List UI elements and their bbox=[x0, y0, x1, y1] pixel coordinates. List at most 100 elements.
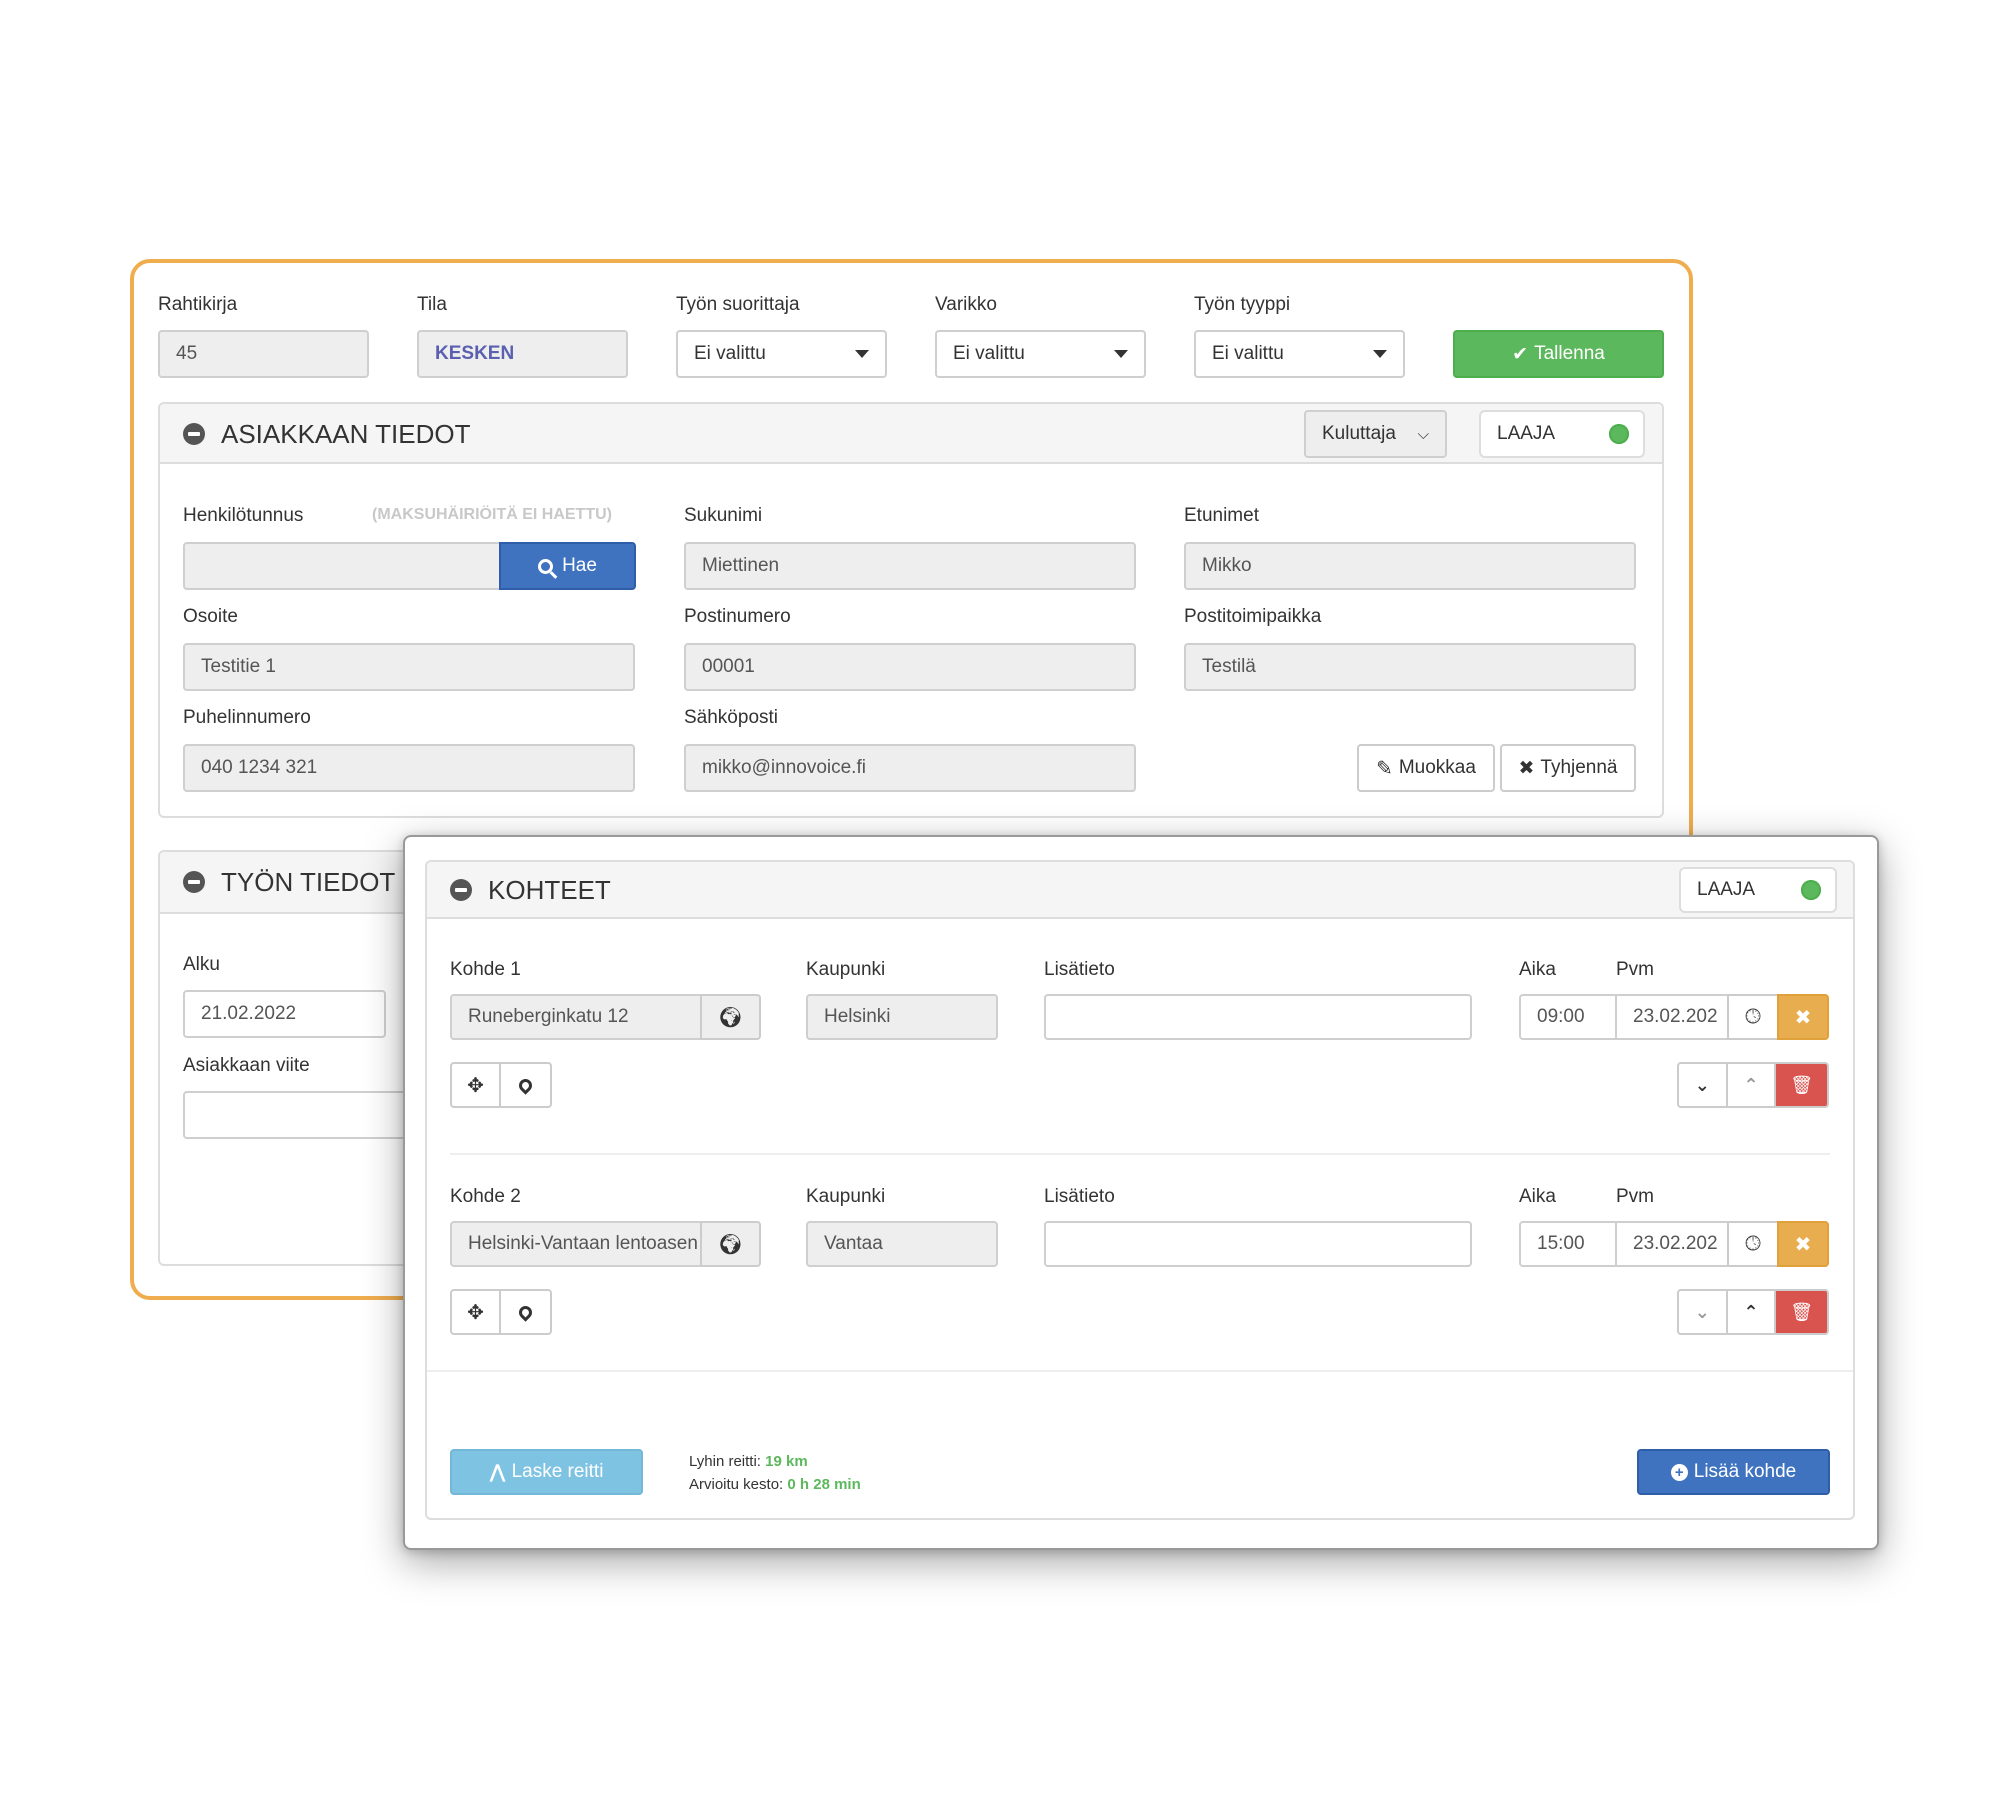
sahkoposti-field[interactable]: mikko@innovoice.fi bbox=[684, 744, 1136, 792]
save-button[interactable]: ✔ Tallenna bbox=[1453, 330, 1664, 378]
target-2-label: Kohde 2 bbox=[450, 1186, 521, 1207]
alku-field[interactable]: 21.02.2022 bbox=[183, 990, 386, 1038]
save-label: Tallenna bbox=[1534, 343, 1605, 364]
tyon-tyyppi-label: Työn tyyppi bbox=[1194, 294, 1291, 315]
move-up-button[interactable]: ⌃ bbox=[1728, 1291, 1777, 1333]
target-2-city-field[interactable]: Vantaa bbox=[806, 1221, 998, 1267]
delete-button[interactable]: 🗑︎ bbox=[1776, 1064, 1827, 1106]
toggle-on-indicator bbox=[1609, 424, 1629, 444]
globe-icon: 🌍︎ bbox=[717, 1233, 744, 1256]
osoite-label: Osoite bbox=[183, 606, 238, 627]
target-2-info-field[interactable] bbox=[1044, 1221, 1472, 1267]
plus-circle-icon: + bbox=[1670, 1463, 1688, 1481]
target-1-globe-button[interactable]: 🌍︎ bbox=[700, 994, 761, 1040]
target-2-clock-button[interactable]: 🕓︎ bbox=[1727, 1221, 1779, 1267]
target-2-map-tools: ✥ bbox=[450, 1289, 552, 1335]
targets-laaja-toggle[interactable]: LAAJA bbox=[1679, 867, 1837, 913]
road-icon: ⋀ bbox=[489, 1461, 506, 1483]
etunimet-field[interactable]: Mikko bbox=[1184, 542, 1636, 590]
clear-label: Tyhjennä bbox=[1540, 757, 1618, 778]
calculate-route-button[interactable]: ⋀ Laske reitti bbox=[450, 1449, 643, 1495]
search-icon bbox=[538, 558, 558, 579]
postitoimipaikka-label: Postitoimipaikka bbox=[1184, 606, 1322, 627]
tyon-tyyppi-value: Ei valittu bbox=[1212, 343, 1284, 364]
sukunimi-label: Sukunimi bbox=[684, 505, 763, 526]
target-2-time-label: Aika bbox=[1519, 1186, 1556, 1207]
target-2-address-value: Helsinki-Vantaan lentoasen bbox=[468, 1233, 698, 1254]
target-2-date-field[interactable]: 23.02.202 bbox=[1615, 1221, 1729, 1267]
sukunimi-field[interactable]: Miettinen bbox=[684, 542, 1136, 590]
rahtikirja-field[interactable]: 45 bbox=[158, 330, 369, 378]
clock-icon: 🕓︎ bbox=[1745, 1232, 1761, 1255]
customer-type-select[interactable]: Kuluttaja ⌵ bbox=[1304, 410, 1447, 458]
target-1-city-value: Helsinki bbox=[824, 1006, 891, 1027]
customer-laaja-toggle[interactable]: LAAJA bbox=[1479, 410, 1645, 458]
target-2-time-value: 15:00 bbox=[1537, 1233, 1585, 1254]
rahtikirja-label: Rahtikirja bbox=[158, 294, 238, 315]
move-up-button[interactable]: ⌃ bbox=[1728, 1064, 1777, 1106]
target-2-clear-button[interactable]: ✖ bbox=[1777, 1221, 1829, 1267]
targets-panel-header bbox=[427, 862, 1853, 919]
postinumero-label: Postinumero bbox=[684, 606, 791, 627]
route-label: Lyhin reitti: bbox=[689, 1453, 761, 1470]
caret-down-icon bbox=[1373, 350, 1387, 358]
rahtikirja-value: 45 bbox=[176, 343, 198, 364]
edit-button[interactable]: ✎ Muokkaa bbox=[1357, 744, 1495, 792]
puhelinnumero-field[interactable]: 040 1234 321 bbox=[183, 744, 635, 792]
collapse-icon[interactable] bbox=[183, 423, 205, 445]
clear-button[interactable]: ✖ Tyhjennä bbox=[1500, 744, 1636, 792]
caret-down-icon bbox=[855, 350, 869, 358]
customer-type-value: Kuluttaja bbox=[1322, 423, 1396, 444]
tyon-suorittaja-label: Työn suorittaja bbox=[676, 294, 800, 315]
tila-field[interactable]: KESKEN bbox=[417, 330, 628, 378]
target-1-clear-button[interactable]: ✖ bbox=[1777, 994, 1829, 1040]
etunimet-label: Etunimet bbox=[1184, 505, 1259, 526]
tyon-suorittaja-select[interactable]: Ei valittu bbox=[676, 330, 887, 378]
target-1-date-value: 23.02.202 bbox=[1633, 1006, 1718, 1027]
move-down-button[interactable]: ⌄ bbox=[1679, 1291, 1728, 1333]
target-1-map-tools: ✥ bbox=[450, 1062, 552, 1108]
clock-icon: 🕓︎ bbox=[1745, 1005, 1761, 1028]
puhelinnumero-value: 040 1234 321 bbox=[201, 757, 318, 778]
henkilotunnus-field[interactable] bbox=[183, 542, 501, 590]
target-1-time-value: 09:00 bbox=[1537, 1006, 1585, 1027]
collapse-icon[interactable] bbox=[450, 879, 472, 901]
postinumero-value: 00001 bbox=[702, 656, 755, 677]
target-1-date-field[interactable]: 23.02.202 bbox=[1615, 994, 1729, 1040]
target-2-date-value: 23.02.202 bbox=[1633, 1233, 1718, 1254]
target-1-city-field[interactable]: Helsinki bbox=[806, 994, 998, 1040]
close-icon: ✖ bbox=[1518, 757, 1535, 779]
targets-panel-title[interactable]: KOHTEET bbox=[450, 873, 611, 907]
target-2-info-label: Lisätieto bbox=[1044, 1186, 1115, 1207]
tyon-tyyppi-select[interactable]: Ei valittu bbox=[1194, 330, 1405, 378]
target-1-info-field[interactable] bbox=[1044, 994, 1472, 1040]
delete-button[interactable]: 🗑︎ bbox=[1776, 1291, 1827, 1333]
target-1-time-field[interactable]: 09:00 bbox=[1519, 994, 1617, 1040]
collapse-icon[interactable] bbox=[183, 871, 205, 893]
move-icon[interactable]: ✥ bbox=[452, 1291, 502, 1333]
target-2-address-field[interactable]: Helsinki-Vantaan lentoasen bbox=[450, 1221, 703, 1267]
osoite-value: Testitie 1 bbox=[201, 656, 276, 677]
postitoimipaikka-field[interactable]: Testilä bbox=[1184, 643, 1636, 691]
osoite-field[interactable]: Testitie 1 bbox=[183, 643, 635, 691]
customer-panel-title[interactable]: ASIAKKAAN TIEDOT bbox=[183, 417, 470, 451]
search-button[interactable]: Hae bbox=[499, 542, 636, 590]
work-panel-title[interactable]: TYÖN TIEDOT bbox=[183, 865, 395, 899]
tila-value: KESKEN bbox=[435, 343, 515, 364]
map-marker-icon[interactable] bbox=[501, 1064, 550, 1106]
target-2-time-field[interactable]: 15:00 bbox=[1519, 1221, 1617, 1267]
sukunimi-value: Miettinen bbox=[702, 555, 780, 576]
map-marker-icon[interactable] bbox=[501, 1291, 550, 1333]
puhelinnumero-label: Puhelinnumero bbox=[183, 707, 311, 728]
postinumero-field[interactable]: 00001 bbox=[684, 643, 1136, 691]
maksuhairio-note: (MAKSUHÄIRIÖITÄ EI HAETTU) bbox=[372, 506, 612, 523]
varikko-select[interactable]: Ei valittu bbox=[935, 330, 1146, 378]
targets-title-text: KOHTEET bbox=[488, 874, 611, 905]
targets-footer-divider bbox=[427, 1370, 1853, 1372]
target-1-address-field[interactable]: Runeberginkatu 12 bbox=[450, 994, 703, 1040]
target-2-globe-button[interactable]: 🌍︎ bbox=[700, 1221, 761, 1267]
target-1-clock-button[interactable]: 🕓︎ bbox=[1727, 994, 1779, 1040]
move-down-button[interactable]: ⌄ bbox=[1679, 1064, 1728, 1106]
add-target-button[interactable]: + Lisää kohde bbox=[1637, 1449, 1830, 1495]
move-icon[interactable]: ✥ bbox=[452, 1064, 502, 1106]
